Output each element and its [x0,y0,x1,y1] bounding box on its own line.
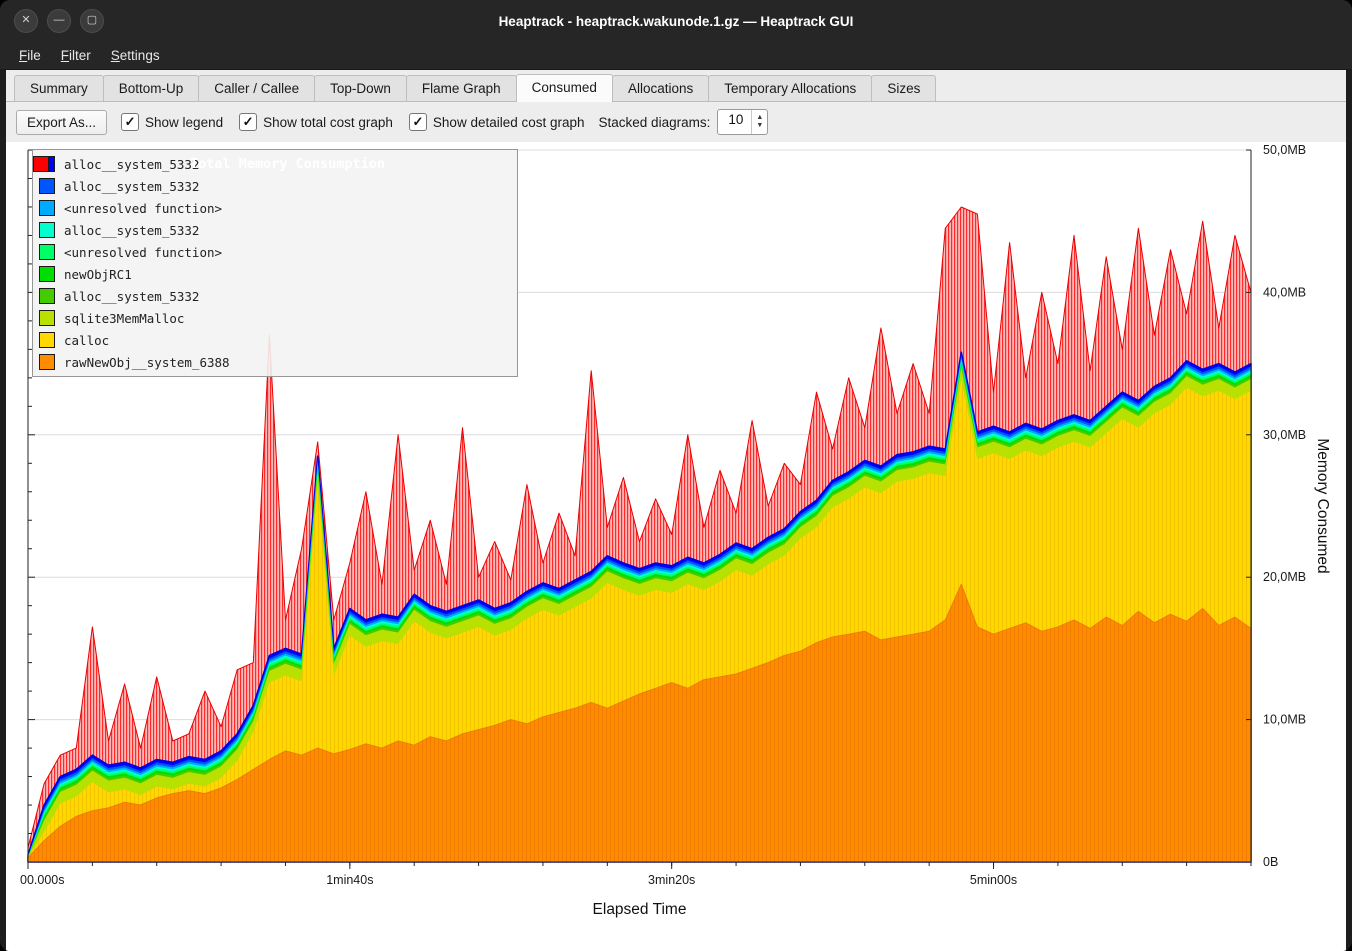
tab-summary[interactable]: Summary [14,75,104,101]
checkbox-label: Show detailed cost graph [433,115,585,130]
legend-title-row: Total Memory Consumption [33,153,517,175]
stacked-diagrams-value[interactable]: 10 [718,110,751,134]
menu-file[interactable]: File [10,45,50,66]
legend-item: calloc [39,329,511,351]
chart-toolbar: Export As... ✓ Show legend ✓ Show total cos… [6,102,1346,142]
legend-item: alloc__system_5332 [39,285,511,307]
menubar: FileFilterSettings [0,42,1352,70]
minimize-icon[interactable]: — [47,9,71,33]
svg-text:Elapsed Time: Elapsed Time [593,901,687,918]
svg-text:50,0MB: 50,0MB [1263,143,1306,157]
legend-label: <unresolved function> [64,201,222,216]
legend-label: <unresolved function> [64,245,222,260]
legend-label: alloc__system_5332 [64,179,199,194]
svg-text:40,0MB: 40,0MB [1263,285,1306,299]
memory-chart-area: 0B 10,0MB 20,0MB 30,0MB 40,0MB 50,0MB 00.000s 1… [6,142,1346,951]
checkbox-label: Show total cost graph [263,115,393,130]
export-as-button[interactable]: Export As... [16,110,107,135]
spin-up-icon[interactable]: ▲ [756,114,763,122]
legend-swatch-icon [39,244,55,260]
menu-settings[interactable]: Settings [102,45,169,66]
legend-swatch-icon [39,310,55,326]
checkbox-group: ✓ Show legend ✓ Show total cost graph ✓ Show … [121,113,585,131]
svg-text:20,0MB: 20,0MB [1263,570,1306,584]
legend-label: Total Memory Consumption [58,156,517,172]
legend-item: <unresolved function> [39,241,511,263]
tab-bar: SummaryBottom-UpCaller / CalleeTop-DownF… [6,70,1346,102]
legend-swatch-icon [39,266,55,282]
maximize-icon[interactable]: ▢ [80,9,104,33]
legend-label: alloc__system_5332 [64,223,199,238]
checkbox-box-icon[interactable]: ✓ [121,113,139,131]
legend-item: <unresolved function> [39,197,511,219]
window-title: Heaptrack - heaptrack.wakunode.1.gz — He… [0,14,1352,29]
svg-text:30,0MB: 30,0MB [1263,428,1306,442]
legend-label: newObjRC1 [64,267,132,282]
stacked-diagrams-control: Stacked diagrams: 10 ▲▼ [599,109,769,135]
checkbox-box-icon[interactable]: ✓ [409,113,427,131]
tab-temporary-allocations[interactable]: Temporary Allocations [708,75,872,101]
svg-text:1min40s: 1min40s [326,873,373,887]
legend-item: sqlite3MemMalloc [39,307,511,329]
close-icon[interactable]: ✕ [14,9,38,33]
svg-text:5min00s: 5min00s [970,873,1017,887]
spin-down-icon[interactable]: ▼ [756,122,763,130]
window-controls: ✕ — ▢ [14,9,104,33]
legend-swatch-icon [39,288,55,304]
legend-item: newObjRC1 [39,263,511,285]
checkbox-show-detailed-cost-graph[interactable]: ✓ Show detailed cost graph [409,113,585,131]
tab-allocations[interactable]: Allocations [612,75,709,101]
checkbox-label: Show legend [145,115,223,130]
svg-text:10,0MB: 10,0MB [1263,713,1306,727]
legend-item: rawNewObj__system_6388 [39,351,511,373]
app-content: SummaryBottom-UpCaller / CalleeTop-DownF… [6,70,1346,951]
svg-text:0B: 0B [1263,855,1278,869]
svg-text:00.000s: 00.000s [20,873,64,887]
chart-legend: Total Memory Consumption alloc__system_53… [32,149,518,377]
checkbox-box-icon[interactable]: ✓ [239,113,257,131]
legend-item: alloc__system_5332 [39,219,511,241]
legend-label: calloc [64,333,109,348]
svg-text:Memory Consumed: Memory Consumed [1314,438,1331,573]
titlebar: ✕ — ▢ Heaptrack - heaptrack.wakunode.1.g… [0,0,1352,42]
svg-text:3min20s: 3min20s [648,873,695,887]
legend-swatch-icon [39,354,55,370]
legend-swatch-icon [39,222,55,238]
legend-swatch-icon [33,156,49,172]
legend-item: alloc__system_5332 [39,175,511,197]
legend-label: alloc__system_5332 [64,289,199,304]
menu-filter[interactable]: Filter [52,45,100,66]
tab-consumed[interactable]: Consumed [516,74,613,102]
checkbox-show-total-cost-graph[interactable]: ✓ Show total cost graph [239,113,393,131]
stacked-diagrams-label: Stacked diagrams: [599,115,711,130]
legend-swatch-icon [39,178,55,194]
checkbox-show-legend[interactable]: ✓ Show legend [121,113,223,131]
spinbox-arrows[interactable]: ▲▼ [751,110,767,134]
app-window: ✕ — ▢ Heaptrack - heaptrack.wakunode.1.g… [0,0,1352,951]
tab-top-down[interactable]: Top-Down [314,75,407,101]
legend-swatch-icon [39,332,55,348]
legend-label: sqlite3MemMalloc [64,311,184,326]
stacked-diagrams-spinbox[interactable]: 10 ▲▼ [717,109,768,135]
tab-bottom-up[interactable]: Bottom-Up [103,75,200,101]
legend-swatch-icon [39,200,55,216]
legend-label: rawNewObj__system_6388 [64,355,230,370]
tab-caller-callee[interactable]: Caller / Callee [198,75,315,101]
tab-flame-graph[interactable]: Flame Graph [406,75,517,101]
tab-sizes[interactable]: Sizes [871,75,936,101]
